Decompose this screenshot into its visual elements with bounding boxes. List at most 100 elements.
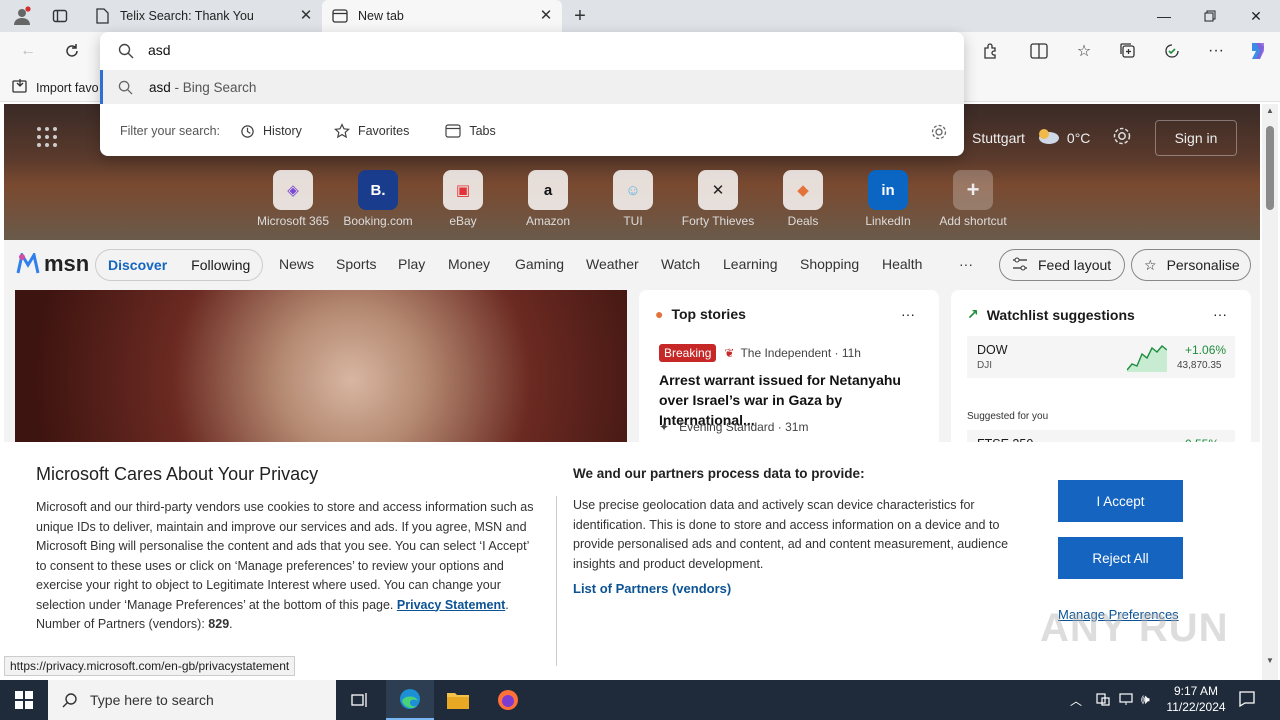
back-arrow-icon[interactable]: ← [16,39,40,63]
nav-shopping[interactable]: Shopping [800,256,859,272]
restore-icon[interactable] [1187,0,1233,32]
weather-widget[interactable]: Stuttgart 0°C [972,126,1132,149]
filter-history[interactable]: History [240,124,302,139]
search-settings-gear-icon[interactable] [930,123,948,144]
tab-following[interactable]: Following [179,257,262,273]
top-stories-title: Top stories [671,306,746,322]
extensions-icon[interactable] [979,39,1003,63]
tab-discover[interactable]: Discover [96,257,179,273]
weather-city: Stuttgart [972,129,1025,146]
page-settings-gear-icon[interactable] [1112,126,1132,149]
address-input[interactable] [148,42,748,58]
nav-gaming[interactable]: Gaming [515,256,564,272]
nav-news[interactable]: News [279,256,314,272]
nav-learning[interactable]: Learning [723,256,778,272]
star-icon [333,123,350,139]
accept-button[interactable]: I Accept [1058,480,1183,522]
favorites-star-icon[interactable]: ☆ [1072,39,1096,63]
new-tab-plus-icon[interactable]: + [568,4,592,28]
data-processing-body: Use precise geolocation data and activel… [573,498,1009,571]
sparkline-chart [1127,345,1167,372]
partners-count-label: Number of Partners (vendors): [36,617,205,631]
copilot-icon[interactable] [1246,39,1270,63]
tab-actions-icon[interactable] [48,4,72,28]
suggestion-query: asd [149,79,171,95]
more-options-icon[interactable]: ··· [901,306,915,322]
watchlist-title: Watchlist suggestions [986,306,1135,323]
shortcut-amazon[interactable]: a Amazon [508,170,588,228]
split-screen-icon[interactable] [1027,39,1051,63]
more-menu-icon[interactable]: ··· [1204,39,1228,63]
partners-count: 829 [208,617,230,631]
shortcut-booking[interactable]: B. Booking.com [338,170,418,228]
profile-icon[interactable] [10,4,34,28]
nav-play[interactable]: Play [398,256,425,272]
document-icon [94,8,110,24]
file-explorer-icon[interactable] [434,680,482,720]
shortcut-forty-thieves[interactable]: ✕ Forty Thieves [678,170,758,228]
suggestion-bing-search[interactable]: asd - Bing Search [100,70,964,104]
personalise-button[interactable]: ☆ Personalise [1131,249,1251,281]
volume-icon[interactable]: 🕪 [1141,691,1150,708]
stock-row[interactable]: DOW DJI +1.06% 43,870.35 [967,336,1235,378]
flame-icon: ● [655,306,664,322]
tab-title: Telix Search: Thank You [120,9,254,23]
edge-taskbar-icon[interactable] [386,680,434,720]
windows-taskbar: Type here to search ︿ 🕪 9:17 AM 11/22/20… [0,680,1280,720]
add-shortcut[interactable]: + Add shortcut [933,170,1013,228]
shortcut-tui[interactable]: ☺ TUI [593,170,673,228]
nav-money[interactable]: Money [448,256,490,272]
shortcut-deals[interactable]: ◆ Deals [763,170,843,228]
close-tab-icon[interactable]: ✕ [298,8,314,24]
network-icon[interactable] [1096,692,1110,709]
history-icon [241,124,254,138]
close-tab-icon[interactable]: ✕ [538,8,554,24]
tab-telix-search[interactable]: Telix Search: Thank You ✕ [84,0,322,32]
nav-sports[interactable]: Sports [336,256,376,272]
tab-new-tab[interactable]: New tab ✕ [322,0,562,32]
minimize-icon[interactable]: — [1141,0,1187,32]
feed-layout-button[interactable]: Feed layout [999,249,1125,281]
address-bar[interactable] [100,32,964,70]
notifications-icon[interactable] [1238,690,1256,711]
shortcut-linkedin[interactable]: in LinkedIn [848,170,928,228]
nav-health[interactable]: Health [882,256,922,272]
filter-tabs[interactable]: Tabs [445,124,496,138]
list-of-partners-link[interactable]: List of Partners (vendors) [573,581,731,596]
scroll-up-arrow-icon[interactable]: ▲ [1266,106,1274,115]
more-options-icon[interactable]: ··· [1213,306,1227,322]
collections-icon[interactable] [1116,39,1140,63]
msn-logo[interactable]: msn [16,251,89,277]
publisher-logo-icon: ❦ [724,346,735,360]
clock-time: 9:17 AM [1173,684,1219,698]
refresh-icon[interactable] [60,39,84,63]
clock-date: 11/22/2024 [1166,700,1226,714]
task-view-icon[interactable] [336,680,384,720]
shortcut-microsoft-365[interactable]: ◈ Microsoft 365 [253,170,333,228]
show-hidden-icons-chevron-icon[interactable]: ︿ [1070,692,1082,709]
nav-more-icon[interactable]: ··· [959,256,973,272]
apps-launcher-icon[interactable] [36,126,58,148]
filter-favorites[interactable]: Favorites [333,123,409,139]
ethernet-icon[interactable] [1118,692,1134,709]
scroll-down-arrow-icon[interactable]: ▼ [1266,656,1274,665]
shortcut-ebay[interactable]: ▣ eBay [423,170,503,228]
firefox-icon[interactable] [484,680,532,720]
windows-start-icon[interactable] [0,680,48,720]
plus-icon: + [953,170,993,210]
reject-all-button[interactable]: Reject All [1058,537,1183,579]
close-window-icon[interactable]: ✕ [1233,0,1279,32]
clock[interactable]: 9:17 AM 11/22/2024 [1160,683,1232,715]
search-filter-row: Filter your search: History Favorites Ta… [100,116,964,146]
import-favorites-button[interactable]: Import favo [12,78,99,97]
sign-in-button[interactable]: Sign in [1155,120,1237,156]
browser-essentials-icon[interactable] [1160,39,1184,63]
nav-weather[interactable]: Weather [586,256,639,272]
title-bar: Telix Search: Thank You ✕ New tab ✕ + — … [0,0,1280,32]
privacy-statement-link[interactable]: Privacy Statement [397,598,505,612]
taskbar-search-box[interactable]: Type here to search [48,680,336,720]
new-tab-page-icon [332,8,348,24]
page-scrollbar[interactable]: ▲ ▼ [1262,104,1278,680]
scrollbar-thumb[interactable] [1266,126,1274,210]
nav-watch[interactable]: Watch [661,256,700,272]
